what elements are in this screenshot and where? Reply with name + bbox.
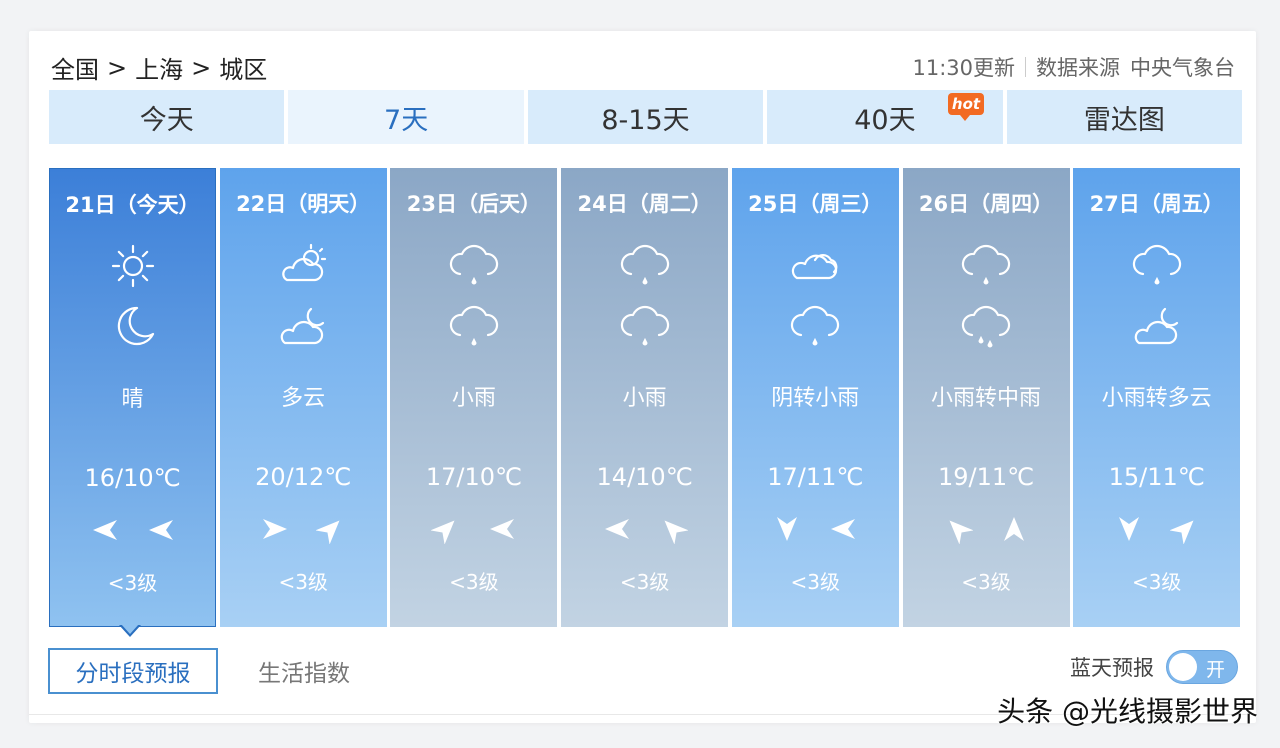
weather-description: 阴转小雨 (771, 386, 860, 411)
day-date: 23日（后天） (406, 192, 541, 216)
tab-today[interactable]: 今天 (49, 90, 285, 144)
day-date: 24日（周二） (577, 192, 712, 216)
northwest-wind-icon (943, 514, 974, 548)
partly-cloudy-night-icon (273, 301, 333, 351)
tab-7day[interactable]: 7天 (288, 90, 524, 144)
sun-icon (103, 241, 163, 291)
south-wind-icon (772, 514, 802, 548)
weather-description: 晴 (121, 387, 144, 412)
update-time: 11:30更新 (912, 56, 1015, 80)
weather-description: 小雨转中雨 (930, 386, 1041, 411)
temperature-range: 19/11℃ (937, 463, 1035, 491)
west-wind-icon (90, 515, 120, 549)
wind-level: <3级 (1131, 570, 1182, 594)
south-wind-icon (1114, 514, 1144, 548)
wind-level: <3级 (961, 570, 1011, 594)
bluesky-label: 蓝天预报 (1070, 656, 1154, 680)
wind-direction (561, 514, 728, 548)
update-info: 11:30更新 数据来源 中央气象台 (912, 52, 1235, 82)
rain-icon (615, 301, 675, 351)
tab-life-index[interactable]: 生活指数 (258, 654, 350, 688)
top-bar: 全国 > 上海 > 城区 11:30更新 数据来源 中央气象台 (51, 48, 1235, 85)
bluesky-toggle[interactable]: 开 (1166, 650, 1238, 684)
wind-level: <3级 (790, 570, 841, 594)
wind-level: <3级 (107, 571, 158, 595)
wind-level: <3级 (278, 570, 328, 594)
temperature-range: 14/10℃ (596, 463, 693, 491)
day-column[interactable]: 26日（周四） 小雨转中雨 19/11℃ <3级 (902, 168, 1070, 627)
moon-icon (103, 302, 163, 352)
weather-description: 小雨 (451, 386, 496, 411)
temperature-range: 20/12℃ (255, 463, 352, 491)
watermark: 头条 @光线摄影世界 (997, 695, 1258, 728)
partly-cloudy-day-icon (273, 240, 333, 290)
day-column[interactable]: 23日（后天） 小雨 17/10℃ <3级 (390, 168, 558, 627)
east-wind-icon (260, 514, 290, 548)
rain-icon (444, 240, 504, 290)
wind-direction (732, 514, 899, 548)
west-wind-icon (602, 514, 632, 548)
west-wind-icon (487, 514, 517, 548)
source-label: 数据来源 (1036, 56, 1120, 80)
selected-day-pointer-inner (121, 624, 139, 634)
breadcrumb-country[interactable]: 全国 (51, 50, 99, 85)
wind-level: <3级 (619, 570, 670, 594)
weather-description: 小雨转多云 (1101, 386, 1212, 411)
temperature-range: 17/11℃ (767, 463, 864, 491)
rain-icon (444, 301, 504, 351)
breadcrumb-separator: > (191, 53, 212, 82)
wind-direction (1073, 514, 1240, 548)
weather-description: 小雨 (622, 386, 667, 411)
breadcrumb-district: 城区 (219, 56, 268, 84)
weather-description: 多云 (281, 386, 326, 411)
wind-direction (220, 514, 387, 548)
breadcrumb-city[interactable]: 上海 (135, 50, 183, 85)
west-wind-icon (828, 514, 858, 548)
wind-direction (390, 514, 557, 548)
day-column[interactable]: 24日（周二） 小雨 14/10℃ <3级 (561, 168, 729, 627)
northeast-wind-icon (430, 514, 461, 548)
west-wind-icon (146, 515, 176, 549)
wind-direction (903, 514, 1070, 548)
day-date: 22日（明天） (236, 192, 371, 216)
rain-icon (785, 301, 845, 351)
daily-forecast: 21日（今天） 晴 16/10℃ <3级 22日（明天） 多云 20/12℃ <… (49, 168, 1242, 627)
tab-8-15day[interactable]: 8-15天 (527, 90, 764, 144)
day-date: 27日（周五） (1089, 192, 1224, 216)
rain-icon (615, 240, 675, 290)
divider (1025, 57, 1026, 77)
day-date: 26日（周四） (918, 192, 1054, 216)
hot-badge: hot (948, 93, 984, 121)
partly-cloudy-night-icon (1127, 301, 1187, 351)
toggle-knob (1169, 653, 1197, 681)
moderate-rain-icon (956, 301, 1016, 351)
sub-tabs: 分时段预报 生活指数 (48, 648, 350, 694)
cloudy-icon (785, 240, 845, 290)
north-wind-icon (999, 514, 1029, 548)
northeast-wind-icon (315, 514, 346, 548)
day-date: 21日（今天） (65, 193, 200, 217)
wind-level: <3级 (449, 570, 499, 594)
forecast-tabs: 今天 7天 8-15天 40天 雷达图 (49, 90, 1243, 144)
northwest-wind-icon (658, 514, 689, 548)
breadcrumb-separator: > (107, 53, 128, 82)
day-date: 25日（周三） (748, 192, 883, 216)
rain-icon (1127, 240, 1187, 290)
rain-icon (956, 240, 1016, 290)
northeast-wind-icon (1169, 514, 1200, 548)
day-column[interactable]: 25日（周三） 阴转小雨 17/11℃ <3级 (731, 168, 899, 627)
temperature-range: 17/10℃ (425, 463, 522, 491)
temperature-range: 15/11℃ (1108, 463, 1205, 491)
temperature-range: 16/10℃ (84, 464, 181, 492)
toggle-text: 开 (1205, 659, 1225, 681)
wind-direction (50, 515, 215, 549)
tab-hourly-forecast[interactable]: 分时段预报 (48, 648, 218, 694)
day-column[interactable]: 27日（周五） 小雨转多云 15/11℃ <3级 (1073, 168, 1241, 627)
source-name: 中央气象台 (1130, 56, 1235, 80)
day-column[interactable]: 21日（今天） 晴 16/10℃ <3级 (49, 168, 216, 627)
day-column[interactable]: 22日（明天） 多云 20/12℃ <3级 (219, 168, 387, 627)
tab-radar[interactable]: 雷达图 (1006, 90, 1243, 144)
breadcrumb: 全国 > 上海 > 城区 (51, 50, 267, 85)
bluesky-forecast: 蓝天预报 开 (1070, 650, 1238, 684)
